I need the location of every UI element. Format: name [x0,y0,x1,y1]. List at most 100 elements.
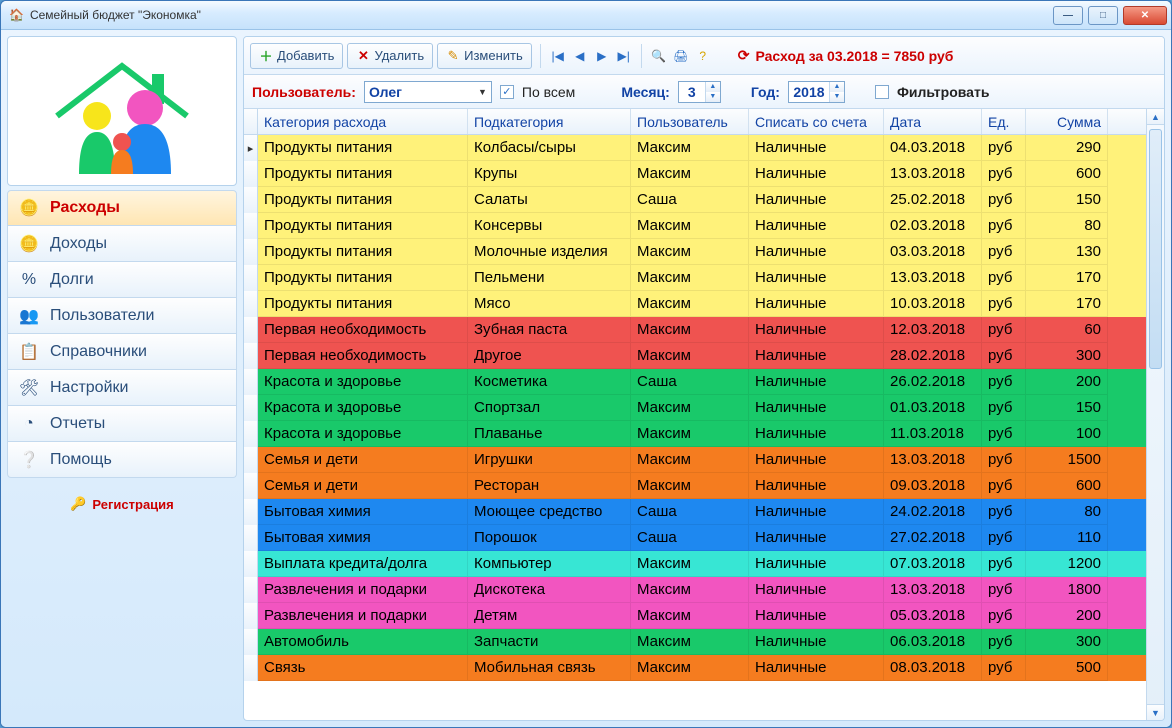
logo-box [7,36,237,186]
all-checkbox[interactable]: ✓ [500,85,514,99]
row-indicator [244,161,258,187]
cell-category: Продукты питания [258,187,468,213]
table-row[interactable]: Выплата кредита/долгаКомпьютерМаксимНали… [244,551,1146,577]
table-row[interactable]: Продукты питанияМолочные изделияМаксимНа… [244,239,1146,265]
add-button[interactable]: ＋Добавить [250,43,343,69]
table-row[interactable]: Красота и здоровьеКосметикаСашаНаличные2… [244,369,1146,395]
table-row[interactable]: Продукты питанияКонсервыМаксимНаличные02… [244,213,1146,239]
help-icon[interactable]: ? [694,47,712,65]
up-icon[interactable]: ▲ [706,82,720,92]
table-row[interactable]: Развлечения и подаркиДискотекаМаксимНали… [244,577,1146,603]
cell-date: 25.02.2018 [884,187,982,213]
cell-subcategory: Другое [468,343,631,369]
table-row[interactable]: Продукты питанияПельмениМаксимНаличные13… [244,265,1146,291]
cell-user: Максим [631,161,749,187]
prev-icon[interactable]: ◀ [571,47,589,65]
year-spinner[interactable]: 2018 ▲▼ [788,81,845,103]
cell-account: Наличные [749,239,884,265]
table-row[interactable]: Семья и детиИгрушкиМаксимНаличные13.03.2… [244,447,1146,473]
sidebar-item-1[interactable]: 🪙Доходы [7,226,237,262]
scroll-down-icon[interactable]: ▼ [1147,704,1164,720]
cell-user: Саша [631,187,749,213]
table-row[interactable]: Бытовая химияМоющее средствоСашаНаличные… [244,499,1146,525]
cell-category: Красота и здоровье [258,421,468,447]
table-row[interactable]: Первая необходимостьДругоеМаксимНаличные… [244,343,1146,369]
cell-account: Наличные [749,265,884,291]
scroll-up-icon[interactable]: ▲ [1147,109,1164,125]
last-icon[interactable]: ▶| [615,47,633,65]
edit-label: Изменить [464,48,523,63]
cell-subcategory: Косметика [468,369,631,395]
sidebar-item-label: Отчеты [50,415,105,433]
vertical-scrollbar[interactable]: ▲ ▼ [1146,109,1164,720]
cell-category: Семья и дети [258,473,468,499]
header-sum[interactable]: Сумма [1026,109,1108,134]
row-indicator [244,603,258,629]
minimize-button[interactable]: — [1053,6,1083,25]
cell-category: Продукты питания [258,213,468,239]
sidebar-item-5[interactable]: 🛠Настройки [7,370,237,406]
grid-wrap: Категория расхода Подкатегория Пользоват… [244,109,1164,720]
sidebar-item-2[interactable]: %Долги [7,262,237,298]
down-icon[interactable]: ▼ [830,92,844,102]
refresh-icon[interactable]: ⟳ [738,47,750,64]
table-row[interactable]: ▸Продукты питанияКолбасы/сырыМаксимНалич… [244,135,1146,161]
header-unit[interactable]: Ед. [982,109,1026,134]
edit-button[interactable]: ✎Изменить [437,43,532,69]
cell-user: Максим [631,577,749,603]
cell-unit: руб [982,161,1026,187]
cell-account: Наличные [749,447,884,473]
cell-account: Наличные [749,343,884,369]
next-icon[interactable]: ▶ [593,47,611,65]
filter-checkbox[interactable] [875,85,889,99]
maximize-button[interactable]: □ [1088,6,1118,25]
row-indicator [244,577,258,603]
cell-unit: руб [982,239,1026,265]
month-spinner[interactable]: 3 ▲▼ [678,81,721,103]
table-row[interactable]: АвтомобильЗапчастиМаксимНаличные06.03.20… [244,629,1146,655]
cell-user: Максим [631,239,749,265]
plus-icon: ＋ [259,49,273,63]
user-combo[interactable]: Олег ▼ [364,81,492,103]
sidebar-item-6[interactable]: ◔Отчеты [7,406,237,442]
search-icon[interactable]: 🔍 [650,47,668,65]
sidebar-item-3[interactable]: 👥Пользователи [7,298,237,334]
header-category[interactable]: Категория расхода [258,109,468,134]
cell-date: 13.03.2018 [884,265,982,291]
up-icon[interactable]: ▲ [830,82,844,92]
table-row[interactable]: Продукты питанияКрупыМаксимНаличные13.03… [244,161,1146,187]
cell-subcategory: Крупы [468,161,631,187]
table-row[interactable]: СвязьМобильная связьМаксимНаличные08.03.… [244,655,1146,681]
down-icon[interactable]: ▼ [706,92,720,102]
cell-unit: руб [982,603,1026,629]
print-icon[interactable]: 🖨 [672,47,690,65]
table-row[interactable]: Первая необходимостьЗубная пастаМаксимНа… [244,317,1146,343]
header-account[interactable]: Списать со счета [749,109,884,134]
header-subcategory[interactable]: Подкатегория [468,109,631,134]
delete-button[interactable]: ✕Удалить [347,43,433,69]
cell-date: 08.03.2018 [884,655,982,681]
register-link[interactable]: 🔑 Регистрация [7,496,237,512]
header-date[interactable]: Дата [884,109,982,134]
cell-user: Саша [631,525,749,551]
all-label: По всем [522,84,575,100]
table-row[interactable]: Продукты питанияСалатыСашаНаличные25.02.… [244,187,1146,213]
table-row[interactable]: Развлечения и подаркиДетямМаксимНаличные… [244,603,1146,629]
header-user[interactable]: Пользователь [631,109,749,134]
cell-sum: 100 [1026,421,1108,447]
cell-sum: 290 [1026,135,1108,161]
cell-subcategory: Ресторан [468,473,631,499]
window-title: 🏠 Семейный бюджет "Экономка" [9,8,1053,22]
sidebar-item-7[interactable]: ❔Помощь [7,442,237,478]
sidebar-item-0[interactable]: 🪙Расходы [7,190,237,226]
table-row[interactable]: Продукты питанияМясоМаксимНаличные10.03.… [244,291,1146,317]
scroll-thumb[interactable] [1149,129,1162,369]
table-row[interactable]: Бытовая химияПорошокСашаНаличные27.02.20… [244,525,1146,551]
first-icon[interactable]: |◀ [549,47,567,65]
close-button[interactable]: ✕ [1123,6,1167,25]
data-grid: Категория расхода Подкатегория Пользоват… [244,109,1146,720]
table-row[interactable]: Семья и детиРесторанМаксимНаличные09.03.… [244,473,1146,499]
table-row[interactable]: Красота и здоровьеСпортзалМаксимНаличные… [244,395,1146,421]
sidebar-item-4[interactable]: 📋Справочники [7,334,237,370]
table-row[interactable]: Красота и здоровьеПлаваньеМаксимНаличные… [244,421,1146,447]
